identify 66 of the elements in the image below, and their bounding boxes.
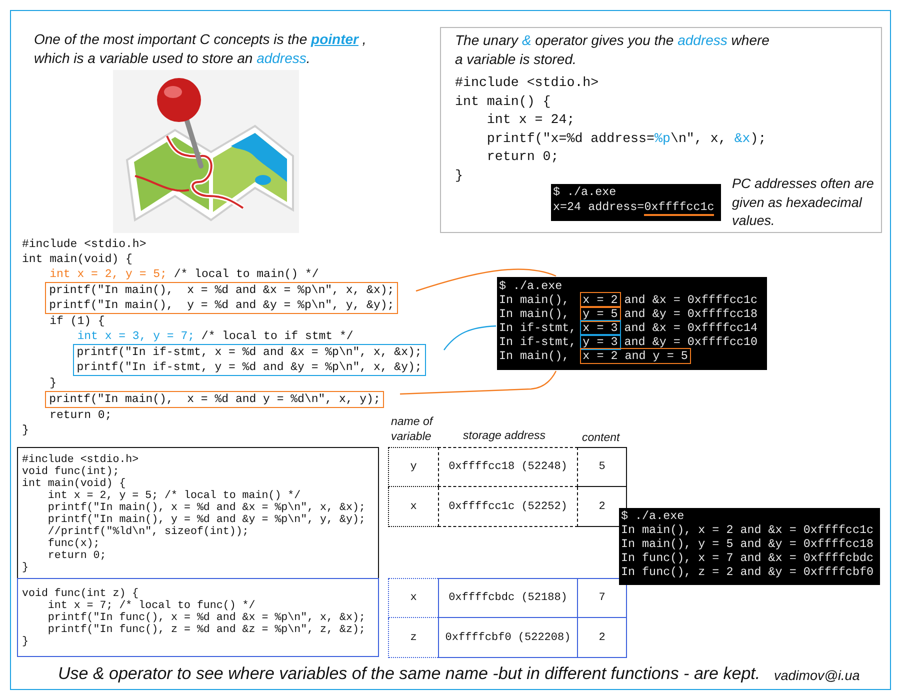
code-line: } — [22, 423, 29, 438]
code-line: } — [22, 562, 28, 574]
content-cell: 5 — [578, 447, 627, 487]
code-line: void func(int z) { — [22, 588, 139, 600]
terminal-line: In main(), x = 2 and &x = 0xffffcc1c — [499, 293, 758, 307]
code-line: int main(void) { — [22, 478, 126, 490]
code-line: func(x); — [46, 538, 100, 550]
code-line: int x = 2, y = 5; /* local to main() */ — [46, 490, 301, 502]
code-line: if (1) { — [48, 314, 105, 329]
terminal-line: In if-stmt, x = 3 and &x = 0xffffcc14 — [499, 321, 758, 335]
code-line: printf("In func(), z = %d and &z = %p\n", z, &z); — [46, 624, 366, 636]
code-line: int x = 3, y = 7; /* local to if stmt */ — [76, 329, 354, 344]
code-line: return 0; — [486, 148, 559, 166]
code-line: printf("In if-stmt, x = %d and &x = %p\n", x, &x); — [76, 345, 422, 360]
code-line: #include <stdio.h> — [455, 74, 599, 92]
note-text: PC addresses often are given as hexadecimal values. — [732, 175, 875, 230]
code-line: #include <stdio.h> — [22, 454, 139, 466]
code-line: //printf("%ld\n", sizeof(int)); — [46, 526, 249, 538]
intro-text: One of the most important C concepts is the pointer , which is a variable used to store an address. — [34, 30, 366, 68]
address-cell: 0xffffcbf0 (522208) — [438, 618, 578, 658]
variable-name-cell: x — [388, 578, 438, 618]
terminal-line: In func(), z = 2 and &y = 0xffffcbf0 — [621, 565, 874, 579]
code-line: printf("In main(), x = %d and &x = %p\n", x, &x); — [49, 283, 394, 298]
code-line: printf("In main(), x = %d and &x = %p\n", x, &x); — [46, 502, 366, 514]
code-line: int main(void) { — [22, 252, 132, 267]
code-line: int x = 7; /* local to func() */ — [46, 600, 256, 612]
code-line: return 0; — [46, 550, 106, 562]
code-line: printf("x=%d address=%p\n", x, &x); — [486, 130, 766, 148]
code-line: int x = 2, y = 5; /* local to main() */ — [48, 267, 319, 282]
code-line: } — [455, 166, 463, 184]
variable-name-cell: z — [388, 618, 438, 658]
column-header: storage address — [463, 429, 546, 444]
address-cell: 0xffffcc18 (52248) — [438, 447, 578, 487]
author-text: vadimov@i.ua — [774, 667, 860, 685]
address-cell: 0xffffcc1c (52252) — [438, 487, 578, 527]
variable-name-cell: x — [388, 487, 438, 527]
code-line: void func(int); — [22, 466, 120, 478]
terminal-line: $ ./a.exe — [553, 185, 616, 200]
terminal-line: In main(), x = 2 and &x = 0xffffcc1c — [621, 523, 874, 537]
code-line: printf("In main(), x = %d and y = %d\n", x, y); — [49, 392, 380, 407]
code-line: } — [22, 636, 28, 648]
terminal-line: In func(), x = 7 and &x = 0xffffcbdc — [621, 551, 874, 565]
info-text: The unary & operator gives you the address where a variable is stored. — [455, 31, 770, 69]
column-header: content — [582, 431, 621, 446]
code-line: int x = 24; — [486, 111, 575, 129]
content-cell: 2 — [578, 618, 627, 658]
connector-line — [444, 325, 496, 350]
terminal-line: $ ./a.exe — [499, 279, 562, 293]
caption-text: Use & operator to see where variables of the same name -but in different functions - are kept. — [58, 663, 760, 685]
column-header: name of variable — [391, 415, 434, 445]
code-line: printf("In main(), y = %d and &y = %p\n", y, &y); — [46, 514, 366, 526]
variable-name-cell: y — [388, 447, 438, 487]
terminal-line: In main(), y = 5 and &y = 0xffffcc18 — [499, 307, 758, 321]
code-line: printf("In main(), y = %d and &y = %p\n", y, &y); — [49, 298, 394, 313]
address-cell: 0xffffcbdc (52188) — [438, 578, 578, 618]
pointer-link[interactable]: pointer — [311, 31, 358, 47]
terminal-line: In main(), y = 5 and &y = 0xffffcc18 — [621, 537, 874, 551]
terminal-line: In if-stmt, y = 3 and &y = 0xffffcc10 — [499, 335, 758, 349]
code-line: printf("In if-stmt, y = %d and &y = %p\n", x, &y); — [76, 360, 422, 375]
terminal-line: x=24 address=0xffffcc1c — [553, 200, 714, 215]
code-line: return 0; — [48, 408, 112, 423]
code-line: int main() { — [455, 92, 551, 110]
code-line: printf("In func(), x = %d and &x = %p\n", x, &x); — [46, 612, 366, 624]
code-line: #include <stdio.h> — [22, 237, 146, 252]
terminal-line: $ ./a.exe — [621, 509, 684, 523]
code-line: } — [48, 376, 57, 391]
